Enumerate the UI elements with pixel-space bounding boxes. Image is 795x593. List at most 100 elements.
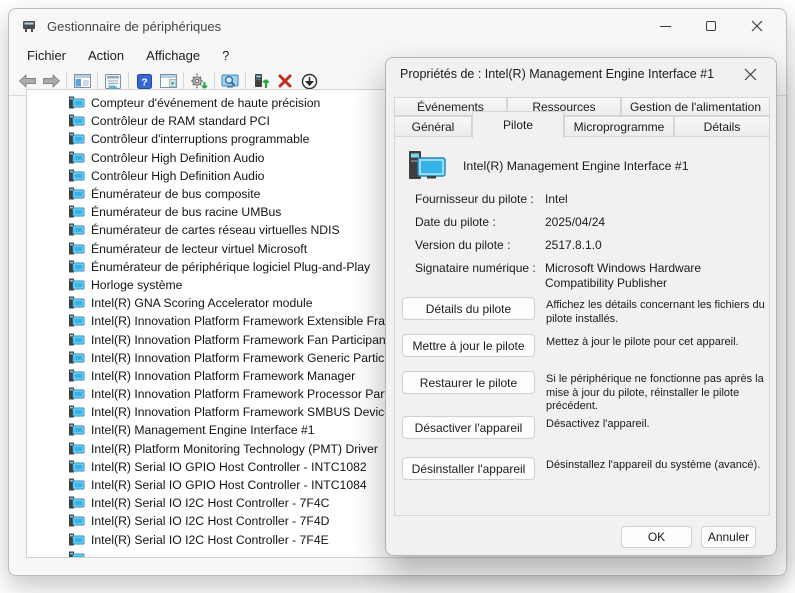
device-icon	[68, 278, 85, 292]
titlebar: Gestionnaire de périphériques	[9, 9, 786, 43]
device-icon	[68, 442, 85, 456]
menu-help[interactable]: ?	[212, 46, 239, 65]
forward-arrow-icon	[42, 74, 61, 88]
device-tree-item-label: Intel(R) Innovation Platform Framework G…	[91, 351, 411, 365]
console-tree-icon	[74, 74, 91, 88]
field-label: Signataire numérique :	[415, 261, 545, 290]
properties-icon	[105, 74, 121, 89]
device-tree-item-label: Intel(R) Serial IO GPIO Host Controller …	[91, 460, 367, 474]
device-icon	[68, 96, 85, 110]
device-icon	[68, 460, 85, 474]
field-row: Signataire numérique : Microsoft Windows…	[415, 261, 759, 290]
device-tree-item-label: Intel(R) Innovation Platform Framework E…	[91, 314, 428, 328]
device-icon	[68, 151, 85, 165]
update-driver-dialog-button[interactable]: Mettre à jour le pilote	[402, 334, 535, 357]
menu-action[interactable]: Action	[78, 46, 134, 65]
device-tree-item-label: Horloge système	[91, 278, 182, 292]
minimize-icon	[660, 26, 671, 27]
field-value: Microsoft Windows Hardware Compatibility…	[545, 261, 759, 290]
toolbar-separator	[128, 72, 129, 90]
device-icon	[68, 478, 85, 492]
roll-back-driver-button[interactable]: Restaurer le pilote	[402, 371, 535, 394]
ok-button[interactable]: OK	[621, 526, 692, 548]
field-label: Date du pilote :	[415, 215, 545, 230]
device-icon	[68, 423, 85, 437]
device-tree-item-label: Intel(R) Serial IO I2C Host Controller -…	[91, 533, 329, 547]
action-description: Mettez à jour le pilote pour cet apparei…	[546, 334, 765, 357]
field-row: Fournisseur du pilote : Intel	[415, 192, 759, 207]
tab-pilote[interactable]: Pilote	[472, 111, 564, 138]
tab-general[interactable]: Général	[394, 116, 472, 137]
svg-text:?: ?	[141, 76, 147, 88]
device-icon	[68, 496, 85, 510]
cancel-button[interactable]: Annuler	[701, 526, 756, 548]
toolbar-separator	[183, 72, 184, 90]
maximize-icon	[706, 21, 716, 31]
field-label: Version du pilote :	[415, 238, 545, 253]
maximize-button[interactable]	[688, 9, 734, 43]
device-icon	[68, 114, 85, 128]
device-icon	[68, 296, 85, 310]
close-icon	[751, 20, 763, 32]
driver-details-button[interactable]: Détails du pilote	[402, 297, 535, 320]
device-tree-item-label: Intel(R) Innovation Platform Framework P…	[91, 387, 423, 401]
menu-affichage[interactable]: Affichage	[136, 46, 210, 65]
action-row: Désactiver l'appareil Désactivez l'appar…	[402, 416, 765, 439]
device-icon	[68, 260, 85, 274]
field-row: Date du pilote : 2025/04/24	[415, 215, 759, 230]
field-value: 2025/04/24	[545, 215, 759, 230]
action-description: Désinstallez l'appareil du système (avan…	[546, 457, 765, 480]
tab-microprogramme[interactable]: Microprogramme	[564, 116, 674, 137]
help-icon: ?	[137, 74, 152, 89]
device-icon	[68, 169, 85, 183]
device-tree-item-label: Intel(R) Platform Monitoring Technology …	[91, 442, 378, 456]
search-monitor-icon	[221, 73, 240, 89]
scan-hardware-icon	[190, 73, 208, 89]
device-icon	[68, 514, 85, 528]
back-arrow-icon	[18, 74, 37, 88]
device-icon	[68, 242, 85, 256]
device-tree-item-label: Énumérateur de périphérique logiciel Plu…	[91, 260, 370, 274]
properties-dialog: Propriétés de : Intel(R) Management Engi…	[385, 57, 777, 556]
device-header: Intel(R) Management Engine Interface #1	[407, 150, 689, 182]
device-tree-item-label: Contrôleur d'interruptions programmable	[91, 132, 309, 146]
device-icon-large	[407, 150, 447, 182]
close-button[interactable]	[734, 9, 780, 43]
device-tree-item-label: Intel(R) GNA Scoring Accelerator module	[91, 296, 313, 310]
toolbar-separator	[66, 72, 67, 90]
minimize-button[interactable]	[642, 9, 688, 43]
window-title: Gestionnaire de périphériques	[47, 19, 221, 34]
device-tree-item-label: Contrôleur High Definition Audio	[91, 169, 264, 183]
tab-gestion-alimentation[interactable]: Gestion de l'alimentation	[621, 97, 770, 116]
device-icon	[68, 223, 85, 237]
toolbar-separator	[97, 72, 98, 90]
action-row: Mettre à jour le pilote Mettez à jour le…	[402, 334, 765, 357]
desktop: Gestionnaire de périphériques Fichier Ac…	[0, 0, 795, 593]
device-icon	[68, 405, 85, 419]
tab-details[interactable]: Détails	[674, 116, 770, 137]
device-tree-item-label: Énumérateur de cartes réseau virtuelles …	[91, 223, 340, 237]
update-driver-icon	[253, 73, 270, 89]
dialog-title: Propriétés de : Intel(R) Management Engi…	[400, 67, 714, 81]
device-icon	[68, 551, 85, 558]
device-tree-item-label: Compteur d'événement de haute précision	[91, 96, 320, 110]
uninstall-device-dialog-button[interactable]: Désinstaller l'appareil	[402, 457, 535, 480]
pilote-tab-panel: Intel(R) Management Engine Interface #1 …	[394, 136, 770, 516]
dialog-titlebar: Propriétés de : Intel(R) Management Engi…	[386, 58, 776, 90]
device-tree-item-label: Énumérateur de lecteur virtuel Microsoft	[91, 242, 307, 256]
tab-strip: Événements Ressources Gestion de l'alime…	[394, 97, 770, 137]
dialog-close-button[interactable]	[728, 58, 772, 90]
toolbar-separator	[214, 72, 215, 90]
device-tree-item-label: Intel(R) Innovation Platform Framework F…	[91, 333, 389, 347]
device-tree-item-label: Intel(R) Innovation Platform Framework S…	[91, 405, 391, 419]
device-icon	[68, 387, 85, 401]
action-row: Désinstaller l'appareil Désinstallez l'a…	[402, 457, 765, 480]
device-name: Intel(R) Management Engine Interface #1	[463, 159, 689, 173]
device-icon	[68, 132, 85, 146]
device-tree-item-label: Intel(R) Serial IO I2C Host Controller -…	[91, 514, 329, 528]
device-tree-item-label: Intel(R) Serial IO GPIO Host Controller …	[91, 478, 367, 492]
disable-device-dialog-button[interactable]: Désactiver l'appareil	[402, 416, 535, 439]
device-icon	[68, 314, 85, 328]
device-manager-app-icon	[21, 18, 38, 35]
menu-fichier[interactable]: Fichier	[17, 46, 76, 65]
